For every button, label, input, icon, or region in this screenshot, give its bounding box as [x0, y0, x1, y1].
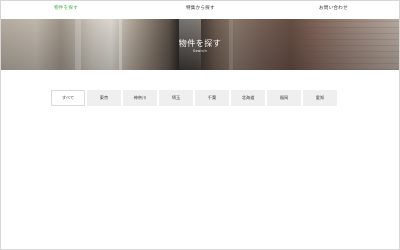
page: 物件を探す 特集から探す お問い合わせ 物件を探す Search すべて 東京 … — [0, 0, 400, 250]
filter-tab-all[interactable]: すべて — [51, 90, 85, 106]
nav-link-features[interactable]: 特集から探す — [186, 6, 215, 12]
nav-link-contact[interactable]: お問い合わせ — [319, 6, 348, 12]
nav-link-search-properties[interactable]: 物件を探す — [54, 6, 78, 12]
top-navigation: 物件を探す 特集から探す お問い合わせ — [1, 1, 399, 20]
filter-tab-tokyo[interactable]: 東京 — [87, 90, 121, 106]
hero-banner: 物件を探す Search — [1, 19, 399, 70]
filter-tab-fukuoka[interactable]: 福岡 — [267, 90, 301, 106]
area-filter-tabs: すべて 東京 神奈川 埼玉 千葉 北海道 福岡 愛知 — [51, 90, 337, 106]
filter-tab-aichi[interactable]: 愛知 — [303, 90, 337, 106]
filter-tab-chiba[interactable]: 千葉 — [195, 90, 229, 106]
page-title: 物件を探す — [178, 39, 222, 48]
filter-tab-hokkaido[interactable]: 北海道 — [231, 90, 265, 106]
filter-tab-saitama[interactable]: 埼玉 — [159, 90, 193, 106]
filter-tab-kanagawa[interactable]: 神奈川 — [123, 90, 157, 106]
page-subtitle: Search — [192, 49, 208, 53]
